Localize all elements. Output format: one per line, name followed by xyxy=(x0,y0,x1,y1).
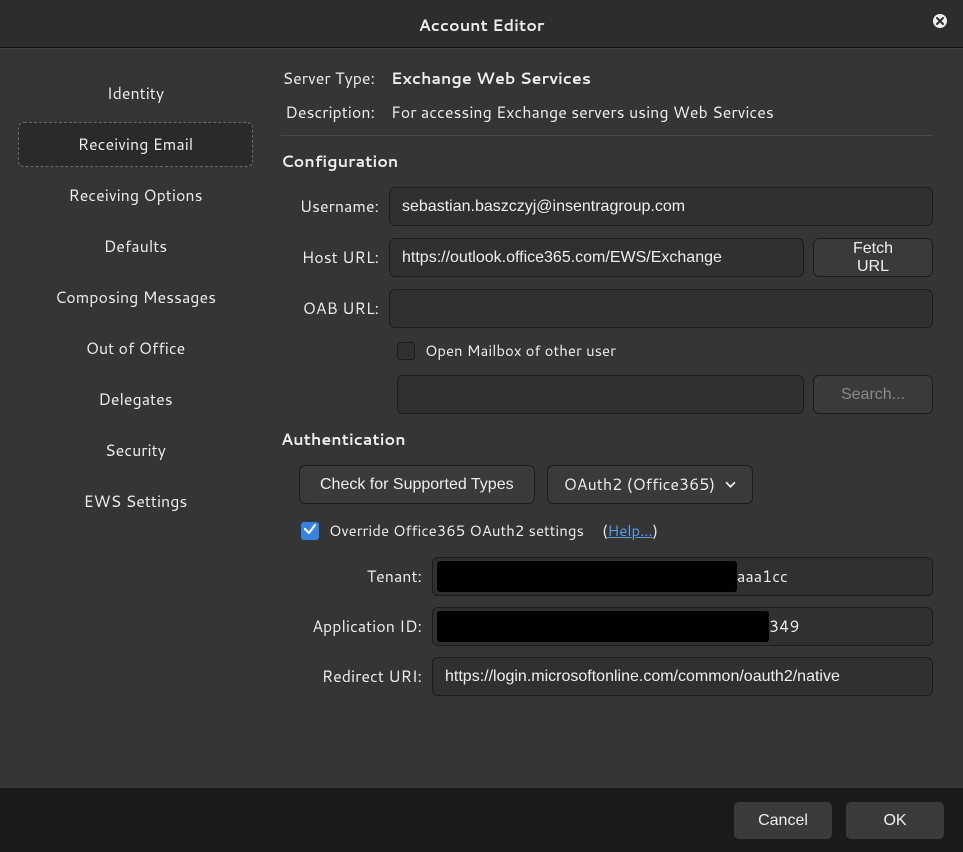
fetch-url-button[interactable]: Fetch URL xyxy=(813,238,933,277)
sidebar-item-receiving-options[interactable]: Receiving Options xyxy=(18,173,253,218)
titlebar: Account Editor xyxy=(0,0,963,48)
sidebar-item-receiving-email[interactable]: Receiving Email xyxy=(18,122,253,167)
override-oauth2-label: Override Office365 OAuth2 settings xyxy=(329,520,584,541)
close-icon xyxy=(932,13,948,34)
dialog-footer: Cancel OK xyxy=(733,801,945,840)
sidebar-item-security[interactable]: Security xyxy=(18,428,253,473)
main-panel: Server Type: Exchange Web Services Descr… xyxy=(263,57,955,780)
cancel-button[interactable]: Cancel xyxy=(733,801,833,840)
search-button[interactable]: Search... xyxy=(813,375,933,414)
window-title: Account Editor xyxy=(419,14,545,37)
redirect-uri-input[interactable] xyxy=(432,657,933,696)
username-label: Username: xyxy=(281,195,389,218)
other-user-search-input[interactable] xyxy=(397,375,804,414)
auth-method-value: OAuth2 (Office365) xyxy=(564,473,716,496)
oab-url-label: OAB URL: xyxy=(281,297,389,320)
application-id-suffix: 349 xyxy=(769,615,799,638)
description-value: For accessing Exchange servers using Web… xyxy=(385,101,774,124)
server-type-value: Exchange Web Services xyxy=(385,67,591,90)
auth-method-dropdown[interactable]: OAuth2 (Office365) xyxy=(547,465,754,504)
username-input[interactable] xyxy=(389,187,933,226)
tenant-input[interactable]: aaa1cc xyxy=(432,557,933,596)
close-button[interactable] xyxy=(931,14,949,32)
ok-button[interactable]: OK xyxy=(845,801,945,840)
sidebar: Identity Receiving Email Receiving Optio… xyxy=(8,57,263,780)
sidebar-item-delegates[interactable]: Delegates xyxy=(18,377,253,422)
authentication-heading: Authentication xyxy=(281,428,933,451)
server-type-label: Server Type: xyxy=(281,67,385,90)
open-mailbox-label: Open Mailbox of other user xyxy=(425,340,616,361)
sidebar-item-ews-settings[interactable]: EWS Settings xyxy=(18,479,253,524)
description-label: Description: xyxy=(281,101,385,124)
help-paren: (Help...) xyxy=(594,520,658,541)
divider xyxy=(281,135,933,136)
oab-url-input[interactable] xyxy=(389,289,933,328)
open-mailbox-checkbox[interactable] xyxy=(397,342,415,360)
help-link[interactable]: Help... xyxy=(608,520,653,541)
host-url-input[interactable] xyxy=(389,238,804,277)
sidebar-item-defaults[interactable]: Defaults xyxy=(18,224,253,269)
check-supported-types-button[interactable]: Check for Supported Types xyxy=(299,465,535,504)
redirect-uri-label: Redirect URI: xyxy=(281,665,432,688)
tenant-label: Tenant: xyxy=(281,565,432,588)
override-oauth2-checkbox[interactable] xyxy=(301,522,319,540)
chevron-down-icon xyxy=(725,473,736,496)
host-url-label: Host URL: xyxy=(281,246,389,269)
sidebar-item-out-of-office[interactable]: Out of Office xyxy=(18,326,253,371)
configuration-heading: Configuration xyxy=(281,150,933,173)
check-icon xyxy=(303,520,317,541)
sidebar-item-identity[interactable]: Identity xyxy=(18,71,253,116)
sidebar-item-composing-messages[interactable]: Composing Messages xyxy=(18,275,253,320)
application-id-input[interactable]: 349 xyxy=(432,607,933,646)
account-editor-window: Account Editor Identity Receiving Email … xyxy=(0,0,963,852)
tenant-suffix: aaa1cc xyxy=(737,565,788,588)
content-area: Identity Receiving Email Receiving Optio… xyxy=(0,48,963,788)
application-id-label: Application ID: xyxy=(281,615,432,638)
